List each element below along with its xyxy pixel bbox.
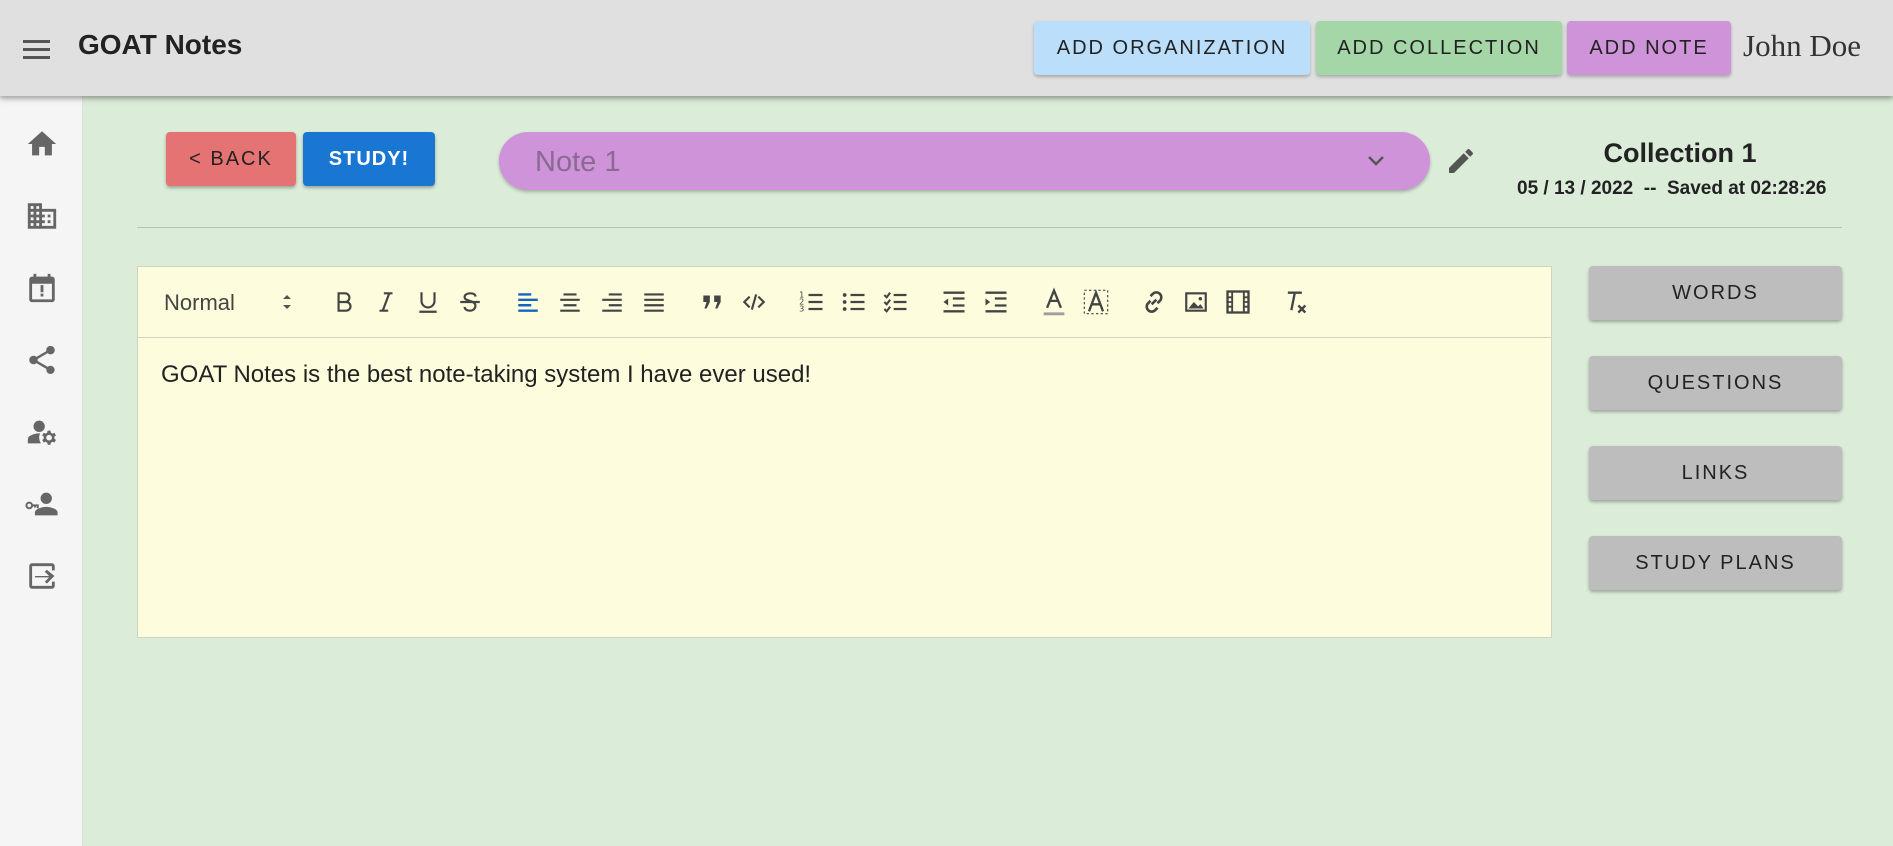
strikethrough-icon[interactable] (454, 286, 486, 318)
links-button[interactable]: LINKS (1589, 446, 1842, 500)
app-title: GOAT Notes (78, 29, 243, 60)
organizations-icon[interactable] (22, 196, 62, 236)
calendar-alert-icon[interactable] (22, 268, 62, 308)
align-justify-icon[interactable] (638, 286, 670, 318)
bullet-list-icon[interactable] (838, 286, 870, 318)
saved-status: 05 / 13 / 2022 -- Saved at 02:28:26 (1517, 178, 1827, 199)
add-organization-button[interactable]: ADD ORGANIZATION (1034, 21, 1310, 75)
back-button[interactable]: < BACK (166, 132, 296, 186)
add-collection-button[interactable]: ADD COLLECTION (1316, 21, 1562, 75)
italic-icon[interactable] (370, 286, 402, 318)
video-icon[interactable] (1222, 286, 1254, 318)
menu-icon[interactable] (22, 32, 62, 66)
divider (137, 227, 1842, 228)
format-select[interactable]: Normal (164, 287, 294, 317)
note-editor: Normal 1 2 3 GOAT Notes is the best note… (137, 266, 1552, 638)
manage-accounts-icon[interactable] (22, 412, 62, 452)
align-center-icon[interactable] (554, 286, 586, 318)
bold-icon[interactable] (328, 286, 360, 318)
format-select-value: Normal (164, 290, 235, 315)
outdent-icon[interactable] (938, 286, 970, 318)
align-right-icon[interactable] (596, 286, 628, 318)
note-select[interactable]: Note 1 (499, 132, 1430, 190)
study-plans-button[interactable]: STUDY PLANS (1589, 536, 1842, 590)
checklist-icon[interactable] (880, 286, 912, 318)
add-note-button[interactable]: ADD NOTE (1567, 21, 1731, 75)
user-name[interactable]: John Doe (1743, 28, 1861, 64)
questions-button[interactable]: QUESTIONS (1589, 356, 1842, 410)
highlight-color-icon[interactable] (1080, 286, 1112, 318)
app-bar: GOAT Notes ADD ORGANIZATION ADD COLLECTI… (0, 0, 1893, 96)
edit-icon[interactable] (1445, 145, 1477, 177)
note-content[interactable]: GOAT Notes is the best note-taking syste… (161, 361, 811, 389)
study-button[interactable]: STUDY! (303, 132, 435, 186)
home-icon[interactable] (22, 124, 62, 164)
note-select-value: Note 1 (535, 146, 621, 178)
clear-format-icon[interactable] (1280, 286, 1312, 318)
code-icon[interactable] (738, 286, 770, 318)
text-color-icon[interactable] (1038, 286, 1070, 318)
logout-icon[interactable] (22, 556, 62, 596)
ordered-list-icon[interactable]: 123 (796, 286, 828, 318)
select-arrows-icon (280, 291, 294, 313)
align-left-icon[interactable] (512, 286, 544, 318)
editor-toolbar: Normal 1 2 3 (138, 267, 1551, 338)
svg-text:3: 3 (799, 303, 804, 313)
underline-icon[interactable] (412, 286, 444, 318)
image-icon[interactable] (1180, 286, 1212, 318)
words-button[interactable]: WORDS (1589, 266, 1842, 320)
collection-title: Collection 1 (1603, 138, 1757, 168)
sidebar (0, 96, 83, 846)
share-icon[interactable] (22, 340, 62, 380)
person-key-icon[interactable] (22, 484, 62, 524)
link-icon[interactable] (1138, 286, 1170, 318)
indent-icon[interactable] (980, 286, 1012, 318)
blockquote-icon[interactable] (696, 286, 728, 318)
chevron-down-icon (1364, 149, 1388, 173)
